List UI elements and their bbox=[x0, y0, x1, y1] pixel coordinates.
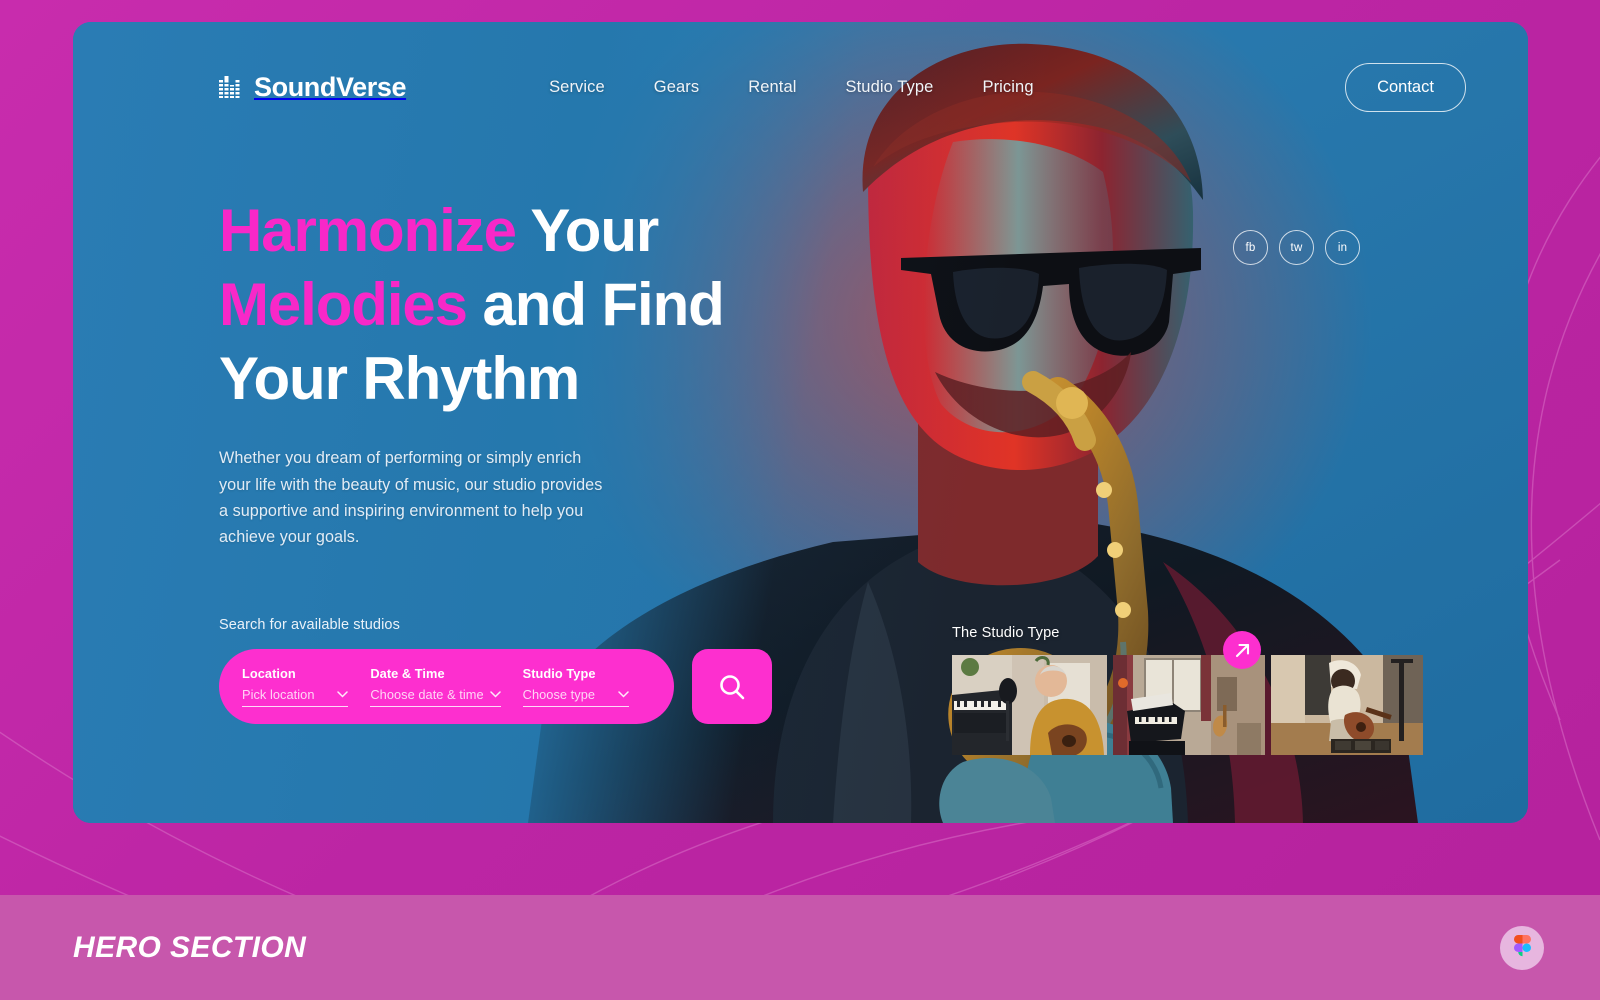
thumbnail-guitarist-keyboard[interactable] bbox=[952, 655, 1107, 755]
thumbnail-image bbox=[952, 655, 1107, 755]
datetime-label: Date & Time bbox=[370, 666, 445, 681]
search-heading: Search for available studios bbox=[219, 617, 400, 633]
search-field-datetime: Date & Time Choose date & time bbox=[370, 666, 522, 707]
search-panel: Location Pick location Date & Time Choos… bbox=[219, 649, 674, 724]
datetime-value: Choose date & time bbox=[370, 687, 484, 702]
search-block: Search for available studios Location Pi… bbox=[219, 617, 772, 724]
nav-link-studio-type[interactable]: Studio Type bbox=[846, 70, 934, 105]
hero-card: SoundVerse Service Gears Rental Studio T… bbox=[73, 22, 1528, 823]
datetime-select[interactable]: Choose date & time bbox=[370, 687, 501, 707]
headline-rest-1: Your bbox=[515, 197, 659, 264]
arrow-up-right-icon bbox=[1235, 643, 1249, 657]
thumbnail-strip bbox=[952, 631, 1423, 755]
page-title: Harmonize Your Melodies and Find Your Rh… bbox=[219, 194, 779, 416]
headline-accent-2: Melodies bbox=[219, 271, 468, 339]
magnifier-icon bbox=[720, 674, 745, 699]
figma-logo-icon bbox=[1513, 935, 1531, 957]
location-value: Pick location bbox=[242, 687, 315, 702]
search-field-studio-type: Studio Type Choose type bbox=[522, 666, 651, 707]
thumbnail-image bbox=[1113, 655, 1265, 755]
brand-logo[interactable]: SoundVerse bbox=[219, 72, 406, 103]
headline-rest-2: and Find bbox=[466, 271, 725, 339]
thumbnail-image bbox=[1271, 655, 1423, 755]
studio-type-gallery: The Studio Type bbox=[952, 625, 1423, 755]
nav-link-rental[interactable]: Rental bbox=[748, 70, 796, 105]
chevron-down-icon bbox=[337, 691, 349, 698]
nav-links: Service Gears Rental Studio Type Pricing bbox=[549, 70, 1083, 105]
contact-button[interactable]: Contact bbox=[1345, 62, 1466, 112]
location-label: Location bbox=[242, 666, 296, 681]
search-row: Location Pick location Date & Time Choos… bbox=[219, 649, 772, 724]
social-twitter-button[interactable]: tw bbox=[1279, 230, 1314, 265]
studio-type-arrow-button[interactable] bbox=[1223, 631, 1261, 669]
figma-badge-button[interactable] bbox=[1500, 925, 1544, 970]
chevron-down-icon bbox=[618, 691, 629, 698]
social-links: fb tw in bbox=[1233, 230, 1360, 265]
chevron-down-icon bbox=[489, 691, 501, 698]
thumbnail-grand-piano-room[interactable] bbox=[1113, 655, 1265, 755]
hero-copy: Harmonize Your Melodies and Find Your Rh… bbox=[219, 194, 779, 550]
studio-type-select[interactable]: Choose type bbox=[522, 687, 630, 707]
studio-type-title: The Studio Type bbox=[952, 625, 1060, 641]
social-facebook-button[interactable]: fb bbox=[1233, 230, 1268, 265]
brand-name: SoundVerse bbox=[254, 71, 407, 102]
studio-type-label: Studio Type bbox=[522, 666, 596, 681]
nav-link-gears[interactable]: Gears bbox=[654, 70, 699, 105]
navbar: SoundVerse Service Gears Rental Studio T… bbox=[73, 22, 1528, 152]
thumbnail-electric-guitarist[interactable] bbox=[1271, 655, 1423, 755]
studio-type-value: Choose type bbox=[522, 687, 596, 702]
footer-band: HERO SECTION bbox=[0, 895, 1600, 1000]
search-button[interactable] bbox=[692, 649, 772, 724]
headline-accent-1: Harmonize bbox=[219, 197, 517, 264]
section-label: HERO SECTION bbox=[73, 930, 307, 964]
location-select[interactable]: Pick location bbox=[242, 687, 349, 707]
headline-line-3: Your Rhythm bbox=[219, 345, 580, 413]
equalizer-bars-icon bbox=[219, 76, 240, 98]
search-field-location: Location Pick location bbox=[242, 666, 370, 707]
nav-link-pricing[interactable]: Pricing bbox=[982, 70, 1033, 105]
nav-link-service[interactable]: Service bbox=[549, 70, 605, 105]
social-linkedin-button[interactable]: in bbox=[1325, 230, 1360, 265]
hero-subcopy: Whether you dream of performing or simpl… bbox=[219, 449, 603, 546]
